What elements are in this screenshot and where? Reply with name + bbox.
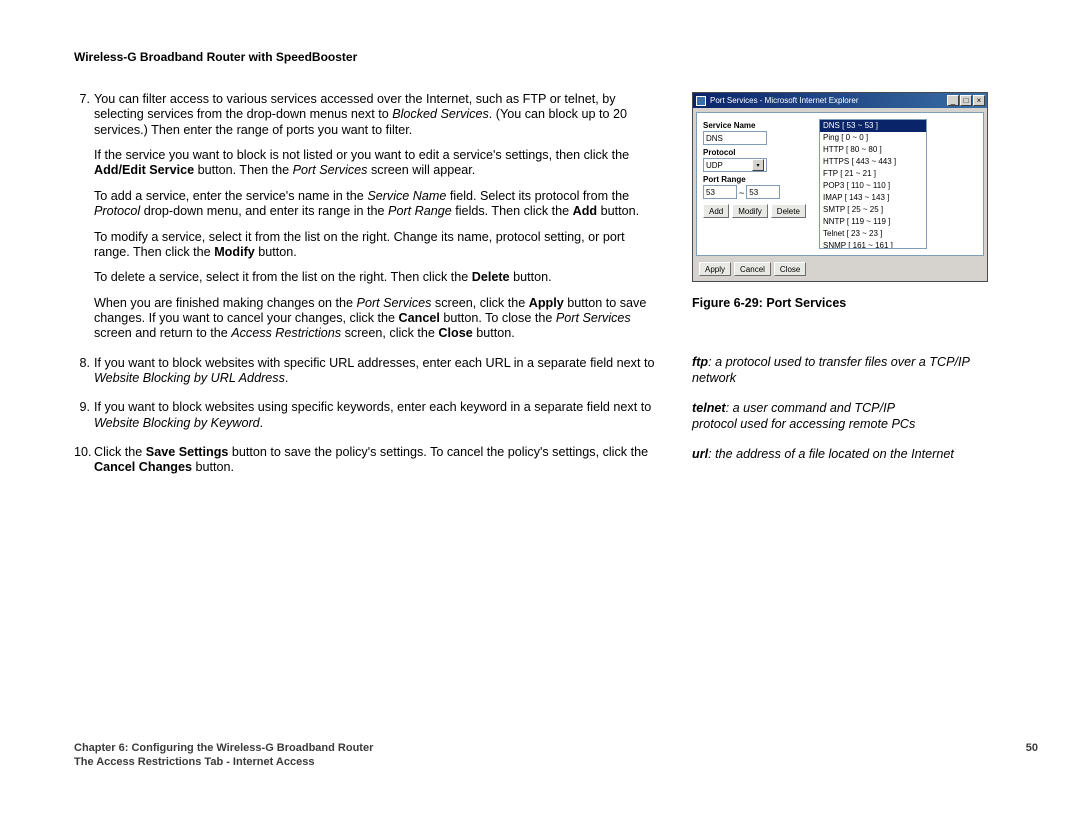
para-7-2: If the service you want to block is not …	[94, 148, 660, 179]
two-column-layout: 7. You can filter access to various serv…	[74, 92, 1038, 490]
glossary-url: url: the address of a file located on th…	[692, 446, 992, 462]
para-7-4: To modify a service, select it from the …	[94, 230, 660, 261]
protocol-value: UDP	[706, 161, 723, 170]
add-button[interactable]: Add	[703, 204, 729, 218]
service-name-label: Service Name	[703, 121, 811, 130]
glossary-ftp: ftp: a protocol used to transfer files o…	[692, 354, 992, 386]
footer-chapter: Chapter 6: Configuring the Wireless-G Br…	[74, 742, 373, 754]
figure-caption: Figure 6-29: Port Services	[692, 296, 992, 310]
window-titlebar: Port Services - Microsoft Internet Explo…	[693, 93, 987, 108]
port-range-separator: ~	[739, 188, 744, 198]
list-item[interactable]: IMAP [ 143 ~ 143 ]	[820, 192, 926, 204]
service-listbox[interactable]: DNS [ 53 ~ 53 ] Ping [ 0 ~ 0 ] HTTP [ 80…	[819, 119, 927, 249]
modify-button[interactable]: Modify	[732, 204, 768, 218]
close-button[interactable]: Close	[774, 262, 806, 276]
para-7-5: To delete a service, select it from the …	[94, 270, 660, 285]
list-item-8: 8. If you want to block websites with sp…	[92, 356, 660, 387]
port-to-input[interactable]: 53	[746, 185, 780, 199]
document-page: Wireless-G Broadband Router with SpeedBo…	[0, 0, 1080, 834]
list-number: 10.	[74, 445, 90, 460]
list-item-9: 9. If you want to block websites using s…	[92, 400, 660, 431]
page-number: 50	[1026, 742, 1038, 754]
ie-icon	[696, 96, 706, 106]
list-item[interactable]: HTTP [ 80 ~ 80 ]	[820, 144, 926, 156]
chevron-down-icon: ▾	[752, 159, 764, 171]
port-services-window: Port Services - Microsoft Internet Explo…	[692, 92, 988, 282]
list-item[interactable]: SNMP [ 161 ~ 161 ]	[820, 240, 926, 249]
protocol-label: Protocol	[703, 148, 811, 157]
list-item[interactable]: FTP [ 21 ~ 21 ]	[820, 168, 926, 180]
list-item[interactable]: DNS [ 53 ~ 53 ]	[820, 120, 926, 132]
apply-button[interactable]: Apply	[699, 262, 731, 276]
cancel-button[interactable]: Cancel	[734, 262, 771, 276]
para-7-3: To add a service, enter the service's na…	[94, 189, 660, 220]
minimize-button[interactable]: _	[947, 95, 959, 106]
document-title: Wireless-G Broadband Router with SpeedBo…	[74, 50, 1038, 64]
list-item[interactable]: SMTP [ 25 ~ 25 ]	[820, 204, 926, 216]
list-number: 9.	[74, 400, 90, 415]
port-range-label: Port Range	[703, 175, 811, 184]
body-text-column: 7. You can filter access to various serv…	[74, 92, 660, 490]
list-item-10: 10. Click the Save Settings button to sa…	[92, 445, 660, 476]
footer-section: The Access Restrictions Tab - Internet A…	[74, 756, 1038, 768]
figure-column: Port Services - Microsoft Internet Explo…	[692, 92, 992, 477]
para-7-6: When you are finished making changes on …	[94, 296, 660, 342]
port-services-panel: Service Name DNS Protocol UDP ▾ Port Ran…	[696, 112, 984, 256]
window-title: Port Services - Microsoft Internet Explo…	[710, 96, 947, 105]
list-item[interactable]: NNTP [ 119 ~ 119 ]	[820, 216, 926, 228]
list-number: 8.	[74, 356, 90, 371]
service-name-input[interactable]: DNS	[703, 131, 767, 145]
port-from-input[interactable]: 53	[703, 185, 737, 199]
list-item[interactable]: Ping [ 0 ~ 0 ]	[820, 132, 926, 144]
list-number: 7.	[74, 92, 90, 107]
para-7-1: You can filter access to various service…	[94, 92, 627, 137]
list-item-7: 7. You can filter access to various serv…	[92, 92, 660, 342]
list-item[interactable]: Telnet [ 23 ~ 23 ]	[820, 228, 926, 240]
page-footer: Chapter 6: Configuring the Wireless-G Br…	[74, 742, 1038, 768]
list-item[interactable]: POP3 [ 110 ~ 110 ]	[820, 180, 926, 192]
maximize-button[interactable]: □	[960, 95, 972, 106]
glossary-telnet: telnet: a user command and TCP/IP protoc…	[692, 400, 992, 432]
delete-button[interactable]: Delete	[771, 204, 806, 218]
protocol-select[interactable]: UDP ▾	[703, 158, 767, 172]
window-close-button[interactable]: ×	[973, 95, 985, 106]
list-item[interactable]: HTTPS [ 443 ~ 443 ]	[820, 156, 926, 168]
